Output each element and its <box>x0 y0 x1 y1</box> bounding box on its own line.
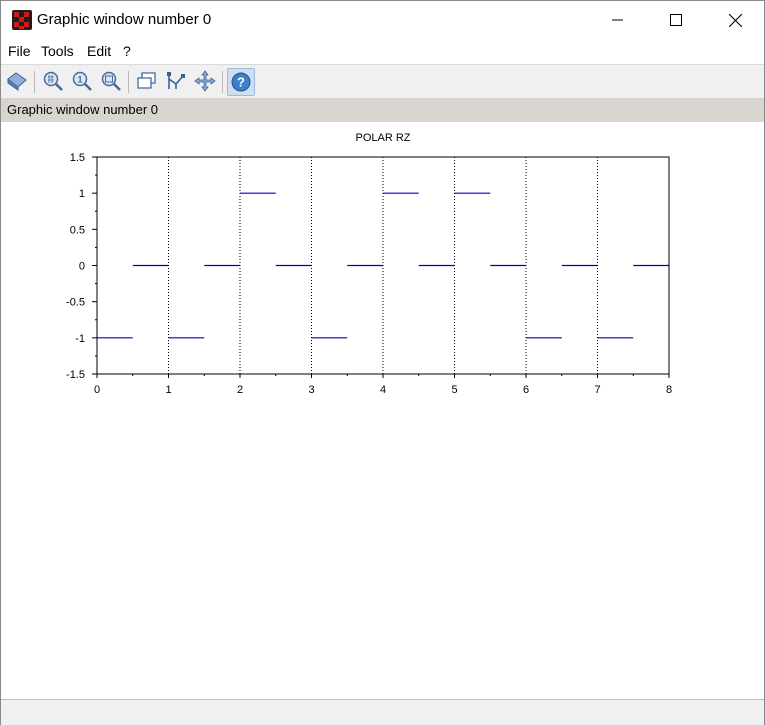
plot-canvas[interactable]: POLAR RZ 0 1 2 3 4 5 6 7 8 1.5 1 0.5 0 -0.5 -1 -1.5 <box>1 122 764 698</box>
menu-help[interactable]: ? <box>123 43 131 59</box>
pan-button[interactable] <box>193 69 217 93</box>
x-tick-label: 0 <box>94 384 100 396</box>
toolbar-separator <box>128 71 129 93</box>
x-tick-label: 2 <box>237 384 243 396</box>
toolbar-separator <box>34 71 35 93</box>
help-icon: ? <box>231 72 251 92</box>
x-tick-label: 4 <box>380 384 386 396</box>
x-tick-label: 1 <box>165 384 171 396</box>
figure-to-front-icon <box>7 72 27 91</box>
x-tick-label: 5 <box>451 384 457 396</box>
svg-text:?: ? <box>237 75 245 90</box>
pan-icon <box>194 70 216 92</box>
title-bar[interactable]: Graphic window number 0 <box>1 1 764 39</box>
menu-file[interactable]: File <box>8 43 31 59</box>
y-tick-label: 1 <box>79 188 85 200</box>
datatip-icon <box>137 72 156 89</box>
y-tick-label: -0.5 <box>66 297 85 309</box>
datatip-manager-button[interactable] <box>164 69 188 93</box>
help-button[interactable]: ? <box>227 68 255 96</box>
scilab-app-icon <box>12 10 32 30</box>
toolbar-separator <box>222 71 223 93</box>
x-tick-label: 8 <box>666 384 672 396</box>
menu-bar: File Tools Edit ? <box>1 39 764 64</box>
toolbar: 1 ? <box>1 64 764 98</box>
zoom-region-button[interactable] <box>99 69 123 93</box>
maximize-button[interactable] <box>653 1 699 39</box>
x-tick-label: 3 <box>308 384 314 396</box>
close-button[interactable] <box>712 1 758 39</box>
zoom-original-icon: 1 <box>72 71 92 91</box>
maximize-icon <box>670 14 682 26</box>
close-icon <box>728 13 742 27</box>
window-title: Graphic window number 0 <box>37 11 212 28</box>
minimize-button[interactable] <box>595 1 641 39</box>
y-tick-label: -1.5 <box>66 369 85 381</box>
y-tick-label: 1.5 <box>70 152 85 164</box>
datatip-button[interactable] <box>135 69 159 93</box>
y-tick-label: 0 <box>79 261 85 273</box>
graphic-window-label: Graphic window number 0 <box>7 102 159 117</box>
zoom-button[interactable] <box>41 69 65 93</box>
zoom-original-button[interactable]: 1 <box>70 69 94 93</box>
zoom-region-icon <box>101 71 121 91</box>
y-tick-label: -1 <box>75 333 85 345</box>
polar-rz-chart[interactable]: POLAR RZ 0 1 2 3 4 5 6 7 8 1.5 1 0.5 0 -0.5 -1 -1.5 <box>1 122 764 698</box>
svg-text:1: 1 <box>77 75 82 85</box>
zoom-icon <box>43 71 63 91</box>
menu-edit[interactable]: Edit <box>87 43 111 59</box>
chart-title: POLAR RZ <box>355 132 410 144</box>
minimize-icon <box>612 19 623 21</box>
status-bar <box>1 699 764 725</box>
figure-to-front-button[interactable] <box>5 69 29 93</box>
y-tick-label: 0.5 <box>70 224 85 236</box>
datatip-manager-icon <box>167 72 185 89</box>
x-tick-label: 7 <box>594 384 600 396</box>
graphic-window-label-bar: Graphic window number 0 <box>1 98 764 122</box>
x-tick-label: 6 <box>523 384 529 396</box>
menu-tools[interactable]: Tools <box>41 43 74 59</box>
